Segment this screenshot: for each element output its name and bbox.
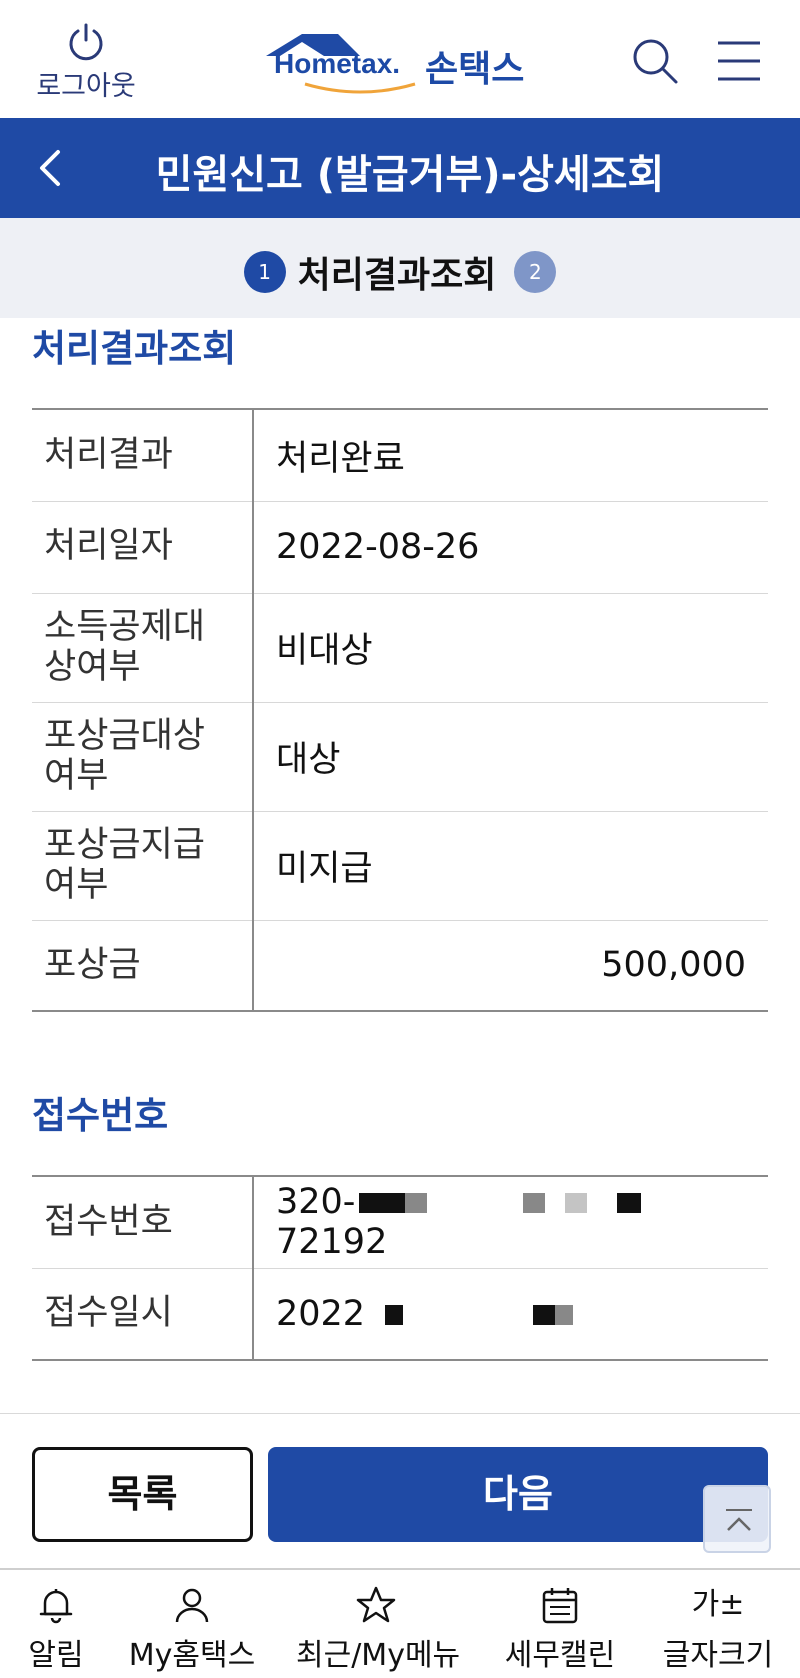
row-value-receipt-no: 320-72192 xyxy=(253,1176,768,1269)
row-label-reward-paid-line2: 여부 xyxy=(44,864,109,905)
row-label-deduction-line2: 상여부 xyxy=(44,646,141,687)
row-label-reward: 포상금 xyxy=(32,920,254,1011)
table-row: 접수일시 2022 xyxy=(32,1268,768,1360)
table-row: 포상금 500,000 xyxy=(32,920,768,1011)
scroll-to-top-button[interactable] xyxy=(703,1485,771,1553)
row-label-reward-target-line2: 여부 xyxy=(44,755,109,796)
nav-label: 글자크기 xyxy=(662,1638,774,1673)
logo-text-ko: 손택스 xyxy=(425,49,525,90)
logo-swoosh-icon xyxy=(304,82,416,94)
row-value-date: 2022-08-26 xyxy=(253,501,768,594)
step-2-badge[interactable]: 2 xyxy=(514,251,557,293)
nav-label: 최근/My메뉴 xyxy=(296,1638,461,1673)
page-title: 민원신고 (발급거부)-상세조회 xyxy=(155,152,665,198)
row-label-receipt-time: 접수일시 xyxy=(32,1268,254,1360)
redaction-mask xyxy=(523,1193,546,1214)
top-header: 로그아웃 Hometax. 손택스 xyxy=(0,0,800,118)
redaction-mask xyxy=(359,1193,406,1214)
page-title-bar: 민원신고 (발급거부)-상세조회 xyxy=(0,118,800,218)
nav-item-tax-calendar[interactable]: 세무캘린 xyxy=(480,1584,640,1674)
table-row: 접수번호 320-72192 xyxy=(32,1176,768,1269)
logout-label: 로그아웃 xyxy=(36,71,136,102)
receipt-section-heading: 접수번호 xyxy=(32,1094,169,1137)
step-1-badge: 1 xyxy=(243,251,286,293)
receipt-no-end: 72192 xyxy=(276,1222,388,1263)
nav-item-recent-menu[interactable]: 최근/My메뉴 xyxy=(296,1584,461,1674)
step-1-label: 처리결과조회 xyxy=(297,255,497,296)
redaction-mask xyxy=(565,1193,588,1214)
result-table: 처리결과 처리완료 처리일자 2022-08-26 소득공제대 상여부 비대상 … xyxy=(32,408,768,1012)
table-row: 처리결과 처리완료 xyxy=(32,409,768,502)
list-button[interactable]: 목록 xyxy=(32,1447,253,1542)
row-label-receipt-no: 접수번호 xyxy=(32,1176,254,1269)
row-label-deduction-line1: 소득공제대 xyxy=(44,607,206,648)
table-row: 포상금대상 여부 대상 xyxy=(32,702,768,812)
hamburger-menu-icon[interactable] xyxy=(716,40,762,82)
step-indicator: 1 처리결과조회 2 xyxy=(0,218,800,318)
row-value-reward-target: 대상 xyxy=(253,702,768,812)
calendar-icon xyxy=(542,1588,578,1624)
row-label-deduction: 소득공제대 상여부 xyxy=(32,593,254,703)
hometax-logo[interactable]: Hometax. 손택스 xyxy=(260,30,550,94)
table-row: 처리일자 2022-08-26 xyxy=(32,501,768,594)
row-value-reward: 500,000 xyxy=(601,945,746,986)
logo-text-en: Hometax. xyxy=(274,48,401,79)
row-value-receipt-time: 2022 xyxy=(253,1268,768,1360)
receipt-table: 접수번호 320-72192 접수일시 2022 xyxy=(32,1175,768,1361)
person-icon xyxy=(175,1588,209,1623)
next-button[interactable]: 다음 xyxy=(268,1447,768,1542)
nav-item-font-size[interactable]: 가± 글자크기 xyxy=(638,1584,798,1674)
result-section-heading: 처리결과조회 xyxy=(32,327,237,370)
receipt-no-start: 320- xyxy=(276,1182,356,1223)
receipt-time-start: 2022 xyxy=(276,1293,366,1334)
bottom-navigation: 알림 My홈택스 최근/My메뉴 세무캘린 가± 글자크기 xyxy=(0,1568,800,1678)
row-label-reward-paid-line1: 포상금지급 xyxy=(44,825,206,866)
chevron-up-icon xyxy=(726,1509,752,1531)
table-row: 소득공제대 상여부 비대상 xyxy=(32,593,768,703)
table-row: 포상금지급 여부 미지급 xyxy=(32,811,768,921)
row-value-reward-paid: 미지급 xyxy=(253,811,768,921)
power-icon xyxy=(69,23,103,61)
row-label-reward-target: 포상금대상 여부 xyxy=(32,702,254,812)
star-icon xyxy=(356,1586,396,1623)
redaction-mask xyxy=(617,1193,642,1214)
row-value-result: 처리완료 xyxy=(253,409,768,502)
nav-label: 세무캘린 xyxy=(504,1638,616,1673)
redaction-mask xyxy=(533,1304,556,1325)
divider xyxy=(0,1413,800,1414)
logout-button[interactable]: 로그아웃 xyxy=(30,22,142,103)
bell-icon xyxy=(39,1589,73,1624)
nav-item-my-hometax[interactable]: My홈택스 xyxy=(112,1584,272,1674)
search-icon[interactable] xyxy=(630,36,680,86)
redaction-mask xyxy=(385,1304,404,1325)
row-label-reward-target-line1: 포상금대상 xyxy=(44,716,206,757)
nav-label: My홈택스 xyxy=(128,1638,256,1673)
redaction-mask xyxy=(555,1304,574,1325)
row-label-reward-paid: 포상금지급 여부 xyxy=(32,811,254,921)
row-label-date: 처리일자 xyxy=(32,501,254,594)
font-size-icon: 가± xyxy=(691,1587,745,1622)
row-value-deduction: 비대상 xyxy=(253,593,768,703)
redaction-mask xyxy=(405,1193,428,1214)
row-label-result: 처리결과 xyxy=(32,409,254,502)
